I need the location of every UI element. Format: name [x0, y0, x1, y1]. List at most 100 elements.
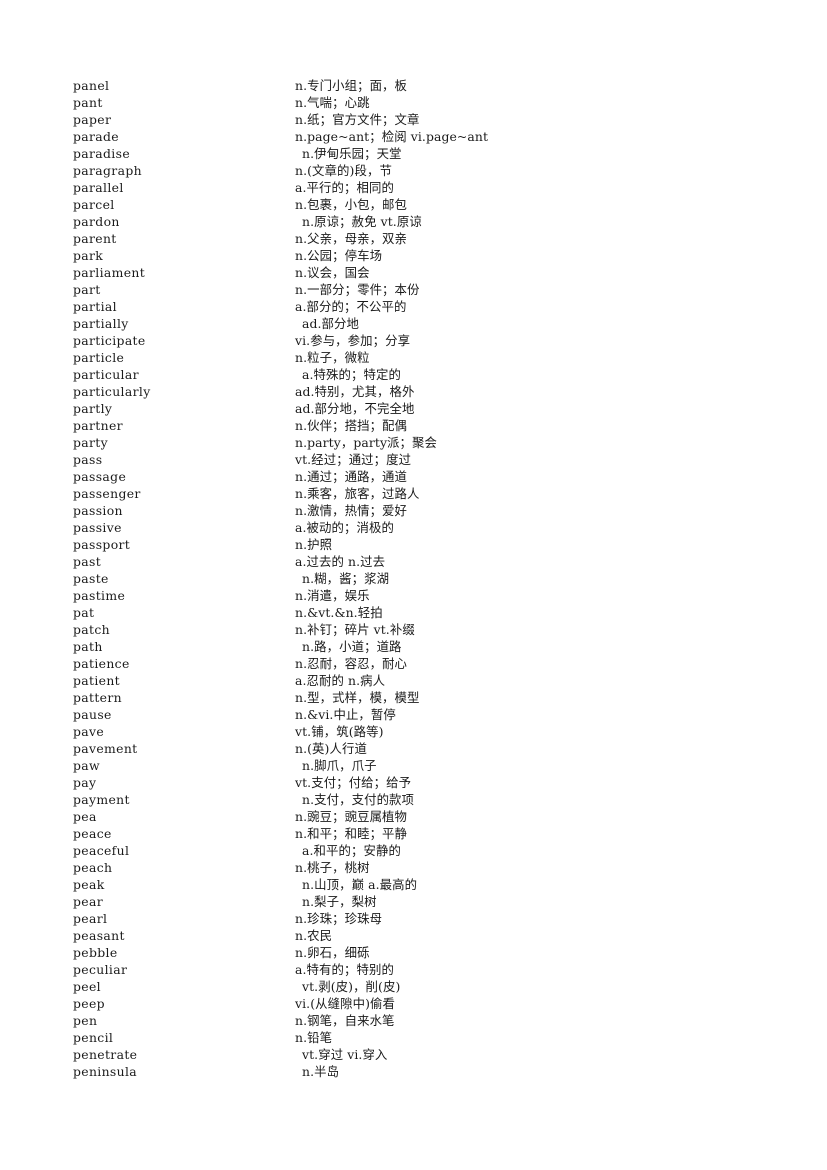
vocabulary-entry-row: panel n.专门小组；面，板	[73, 77, 813, 94]
entry-definition: n.party，party派；聚会	[295, 435, 438, 450]
vocabulary-entry-row: partly ad.部分地，不完全地	[73, 400, 813, 417]
entry-term: passage	[73, 469, 127, 484]
entry-definition: vt.铺，筑(路等)	[295, 724, 384, 739]
entry-definition: n.page~ant；检阅 vi.page~ant	[295, 129, 489, 144]
entry-term: pay	[73, 775, 97, 790]
vocabulary-entry-row: pear n.梨子，梨树	[73, 893, 813, 910]
vocabulary-entry-row: particularly ad.特别，尤其，格外	[73, 383, 813, 400]
vocabulary-entry-row: passage n.通过；通路，通道	[73, 468, 813, 485]
vocabulary-entry-row: party n.party，party派；聚会	[73, 434, 813, 451]
entry-definition: n.豌豆；豌豆属植物	[295, 809, 408, 824]
vocabulary-entry-row: pea n.豌豆；豌豆属植物	[73, 808, 813, 825]
vocabulary-page: panel n.专门小组；面，板 pant n.气喘；心跳 paper n.纸；官方文件；…	[0, 0, 827, 1170]
entry-definition: n.公园；停车场	[295, 248, 383, 263]
vocabulary-entry-row: path n.路，小道；道路	[73, 638, 813, 655]
vocabulary-entry-row: peach n.桃子，桃树	[73, 859, 813, 876]
entry-term: partner	[73, 418, 123, 433]
entry-term: pardon	[73, 214, 120, 229]
entry-term: pebble	[73, 945, 118, 960]
vocabulary-entry-row: participate vi.参与，参加；分享	[73, 332, 813, 349]
entry-definition: a.特殊的；特定的	[302, 367, 401, 382]
entry-definition: n.原谅；赦免 vt.原谅	[302, 214, 422, 229]
vocabulary-entry-row: peculiar a.特有的；特别的	[73, 961, 813, 978]
entry-definition: n.钢笔，自来水笔	[295, 1013, 395, 1028]
entry-definition: a.被动的；消极的	[295, 520, 394, 535]
entry-definition: n.半岛	[302, 1064, 340, 1079]
entry-definition: n.专门小组；面，板	[295, 78, 408, 93]
entry-term: peasant	[73, 928, 125, 943]
vocabulary-entry-row: parade n.page~ant；检阅 vi.page~ant	[73, 128, 813, 145]
entry-term: paw	[73, 758, 100, 773]
entry-definition: ad.部分地	[302, 316, 360, 331]
vocabulary-entry-row: parallel a.平行的；相同的	[73, 179, 813, 196]
vocabulary-entry-row: pay vt.支付；付给；给予	[73, 774, 813, 791]
entry-definition: a.特有的；特别的	[295, 962, 394, 977]
entry-definition: n.&vi.中止，暂停	[295, 707, 396, 722]
vocabulary-entry-row: peninsula n.半岛	[73, 1063, 813, 1080]
entry-term: participate	[73, 333, 146, 348]
entry-definition: n.伙伴；搭挡；配偶	[295, 418, 408, 433]
entry-term: parent	[73, 231, 117, 246]
entry-definition: ad.部分地，不完全地	[295, 401, 415, 416]
vocabulary-entry-row: passport n.护照	[73, 536, 813, 553]
entry-term: passion	[73, 503, 123, 518]
entry-term: pause	[73, 707, 112, 722]
vocabulary-entry-row: past a.过去的 n.过去	[73, 553, 813, 570]
vocabulary-entry-row: pass vt.经过；通过；度过	[73, 451, 813, 468]
entry-term: peep	[73, 996, 105, 1011]
entry-term: partially	[73, 316, 129, 331]
vocabulary-entry-row: paste n.糊，酱；浆湖	[73, 570, 813, 587]
entry-term: peaceful	[73, 843, 130, 858]
vocabulary-entry-row: pant n.气喘；心跳	[73, 94, 813, 111]
vocabulary-entry-row: pencil n.铅笔	[73, 1029, 813, 1046]
entry-definition: vi.参与，参加；分享	[295, 333, 411, 348]
entry-definition: n.农民	[295, 928, 333, 943]
entry-term: particle	[73, 350, 125, 365]
entry-definition: n.伊甸乐园；天堂	[302, 146, 402, 161]
entry-term: penetrate	[73, 1047, 138, 1062]
entry-term: peel	[73, 979, 101, 994]
vocabulary-entry-row: pattern n.型，式样，模，模型	[73, 689, 813, 706]
entry-term: parliament	[73, 265, 146, 280]
entry-definition: n.激情，热情；爱好	[295, 503, 408, 518]
vocabulary-entry-row: particle n.粒子，微粒	[73, 349, 813, 366]
entry-term: peak	[73, 877, 105, 892]
entry-definition: n.卵石，细砾	[295, 945, 370, 960]
vocabulary-entry-row: payment n.支付，支付的款项	[73, 791, 813, 808]
entry-term: pastime	[73, 588, 126, 603]
entry-term: pen	[73, 1013, 98, 1028]
vocabulary-entry-row: peak n.山顶，巅 a.最高的	[73, 876, 813, 893]
entry-definition: n.气喘；心跳	[295, 95, 370, 110]
vocabulary-entry-row: pause n.&vi.中止，暂停	[73, 706, 813, 723]
entry-term: parade	[73, 129, 119, 144]
vocabulary-entry-row: pat n.&vt.&n.轻拍	[73, 604, 813, 621]
entry-term: part	[73, 282, 101, 297]
entry-term: pattern	[73, 690, 122, 705]
entry-term: payment	[73, 792, 130, 807]
entry-term: pavement	[73, 741, 138, 756]
entry-definition: n.桃子，桃树	[295, 860, 370, 875]
entry-definition: n.粒子，微粒	[295, 350, 370, 365]
entry-definition: vt.支付；付给；给予	[295, 775, 412, 790]
entry-term: peninsula	[73, 1064, 138, 1079]
entry-definition: n.梨子，梨树	[302, 894, 377, 909]
entry-term: pass	[73, 452, 103, 467]
vocabulary-entry-row: pave vt.铺，筑(路等)	[73, 723, 813, 740]
entry-term: pat	[73, 605, 95, 620]
vocabulary-entry-row: parliament n.议会，国会	[73, 264, 813, 281]
vocabulary-entry-row: park n.公园；停车场	[73, 247, 813, 264]
entry-definition: vt.剥(皮)，削(皮)	[302, 979, 401, 994]
entry-definition: a.忍耐的 n.病人	[295, 673, 386, 688]
entry-definition: vt.穿过 vi.穿入	[302, 1047, 388, 1062]
vocabulary-entry-list: panel n.专门小组；面，板 pant n.气喘；心跳 paper n.纸；官方文件；…	[73, 77, 813, 1080]
entry-term: park	[73, 248, 104, 263]
entry-definition: n.珍珠；珍珠母	[295, 911, 383, 926]
vocabulary-entry-row: peep vi.(从缝隙中)偷看	[73, 995, 813, 1012]
entry-definition: n.脚爪，爪子	[302, 758, 377, 773]
entry-definition: n.&vt.&n.轻拍	[295, 605, 383, 620]
entry-definition: n.糊，酱；浆湖	[302, 571, 390, 586]
entry-term: patch	[73, 622, 110, 637]
entry-definition: n.(英)人行道	[295, 741, 367, 756]
entry-definition: n.型，式样，模，模型	[295, 690, 420, 705]
entry-definition: n.支付，支付的款项	[302, 792, 415, 807]
